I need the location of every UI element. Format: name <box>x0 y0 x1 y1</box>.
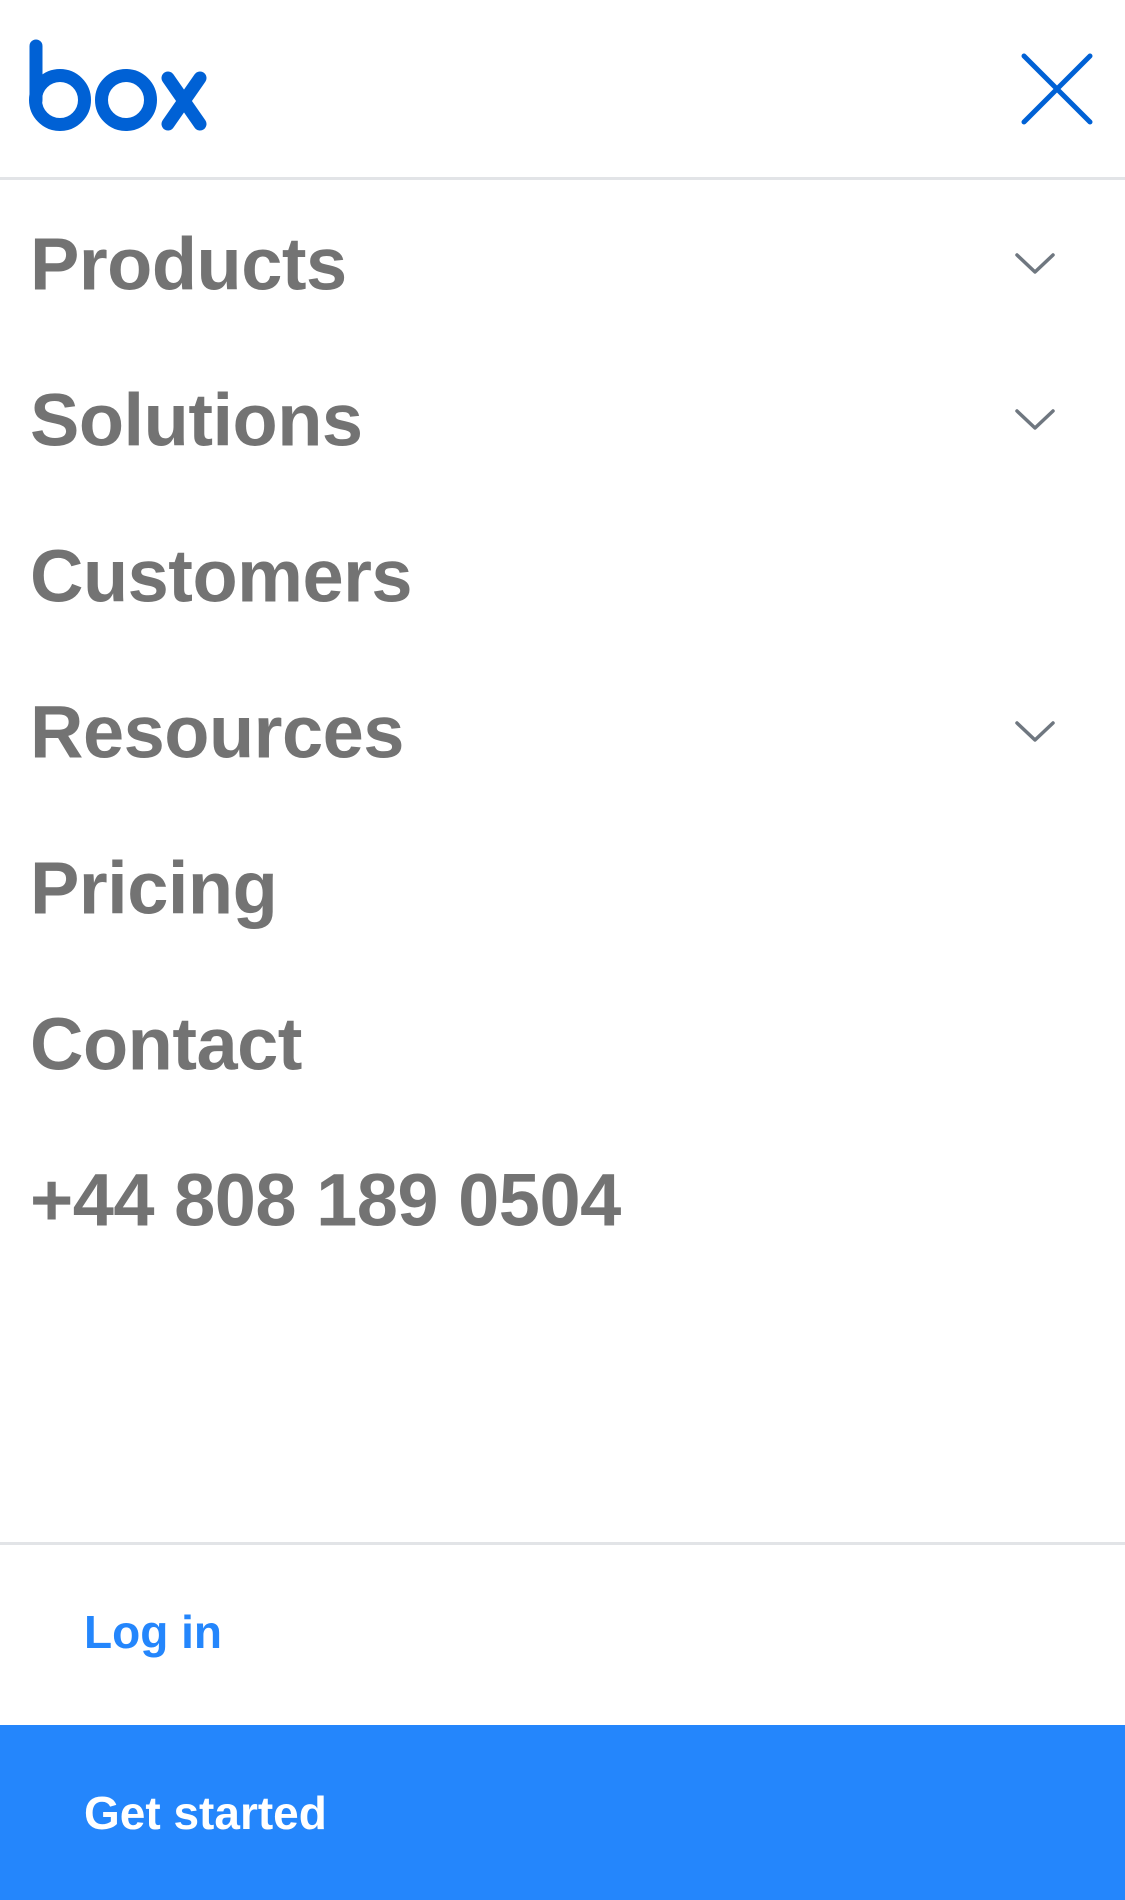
nav-item-label: Customers <box>30 534 413 618</box>
get-started-label: Get started <box>84 1786 327 1839</box>
nav-item-customers[interactable]: Customers <box>0 498 1125 654</box>
box-logo[interactable] <box>28 38 210 136</box>
nav-item-label: Contact <box>30 1002 302 1086</box>
phone-number-link: +44 808 189 0504 <box>30 1158 621 1242</box>
nav-item-products[interactable]: Products <box>0 186 1125 342</box>
nav-item-label: Pricing <box>30 846 278 930</box>
chevron-down-icon <box>1015 409 1055 430</box>
header <box>0 0 1125 180</box>
nav-item-phone[interactable]: +44 808 189 0504 <box>0 1122 1125 1278</box>
login-link[interactable]: Log in <box>84 1605 222 1659</box>
nav-item-pricing[interactable]: Pricing <box>0 810 1125 966</box>
nav-item-label: Solutions <box>30 378 363 462</box>
get-started-button[interactable]: Get started <box>0 1725 1125 1900</box>
nav-item-label: Resources <box>30 690 404 774</box>
chevron-down-icon <box>1015 721 1055 742</box>
nav-item-resources[interactable]: Resources <box>0 654 1125 810</box>
close-icon[interactable] <box>1020 52 1094 126</box>
chevron-down-icon <box>1015 253 1055 274</box>
nav-item-label: Products <box>30 222 347 306</box>
nav-item-solutions[interactable]: Solutions <box>0 342 1125 498</box>
footer-divider <box>0 1542 1125 1545</box>
nav-item-contact[interactable]: Contact <box>0 966 1125 1122</box>
